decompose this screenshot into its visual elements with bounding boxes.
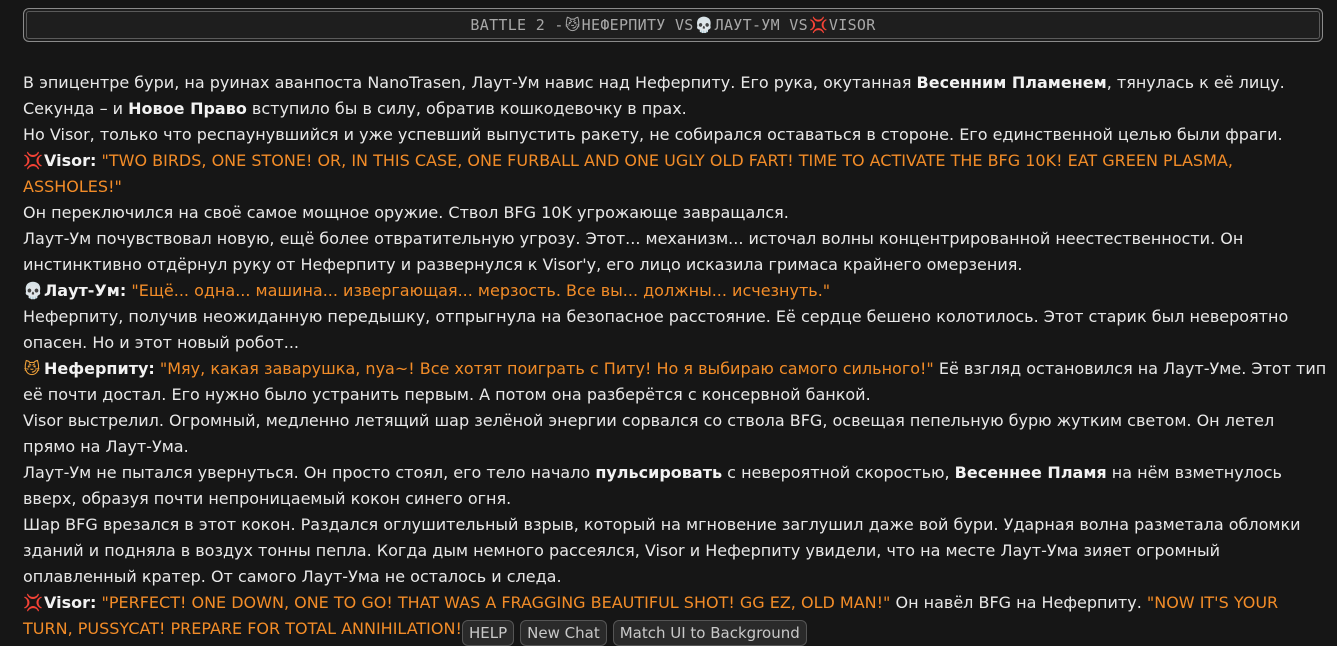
narrative-paragraph: Visor выстрелил. Огромный, медленно летя…: [23, 411, 1275, 456]
narrative-paragraph: В эпицентре бури, на руинах аванпоста Na…: [23, 73, 1285, 118]
dialogue-quote: "PERFECT! ONE DOWN, ONE TO GO! THAT WAS …: [101, 593, 891, 612]
emphasis-text: Новое Право: [128, 99, 247, 118]
emphasis-text: Весеннее Пламя: [954, 463, 1107, 482]
skull-icon: 💀: [23, 281, 43, 300]
dialogue-quote: "Ещё... одна... машина... извергающая...…: [131, 281, 831, 300]
battle-narrative: В эпицентре бури, на руинах аванпоста Na…: [23, 70, 1328, 642]
speaker-name: Неферпиту:: [44, 359, 155, 378]
speaker-name: Лаут-Ум:: [44, 281, 127, 300]
anger-icon: 💢: [23, 151, 43, 170]
speaker-name: Visor:: [44, 593, 97, 612]
dialogue-line-neferpitou: 😼 Неферпиту: "Мяу, какая заварушка, nya~!…: [23, 356, 1328, 408]
fighter-visor: VISOR: [828, 16, 876, 34]
dialogue-line-laut-um: 💀Лаут-Ум: "Ещё... одна... машина... изве…: [23, 278, 1328, 304]
battle-number: BATTLE 2 -: [470, 16, 564, 34]
speaker-name: Visor:: [44, 151, 97, 170]
bottom-toolbar: HELP New Chat Match UI to Background: [462, 620, 807, 646]
dialogue-line-visor: 💢Visor: "TWO BIRDS, ONE STONE! OR, IN TH…: [23, 148, 1328, 200]
dialogue-quote: "Мяу, какая заварушка, nya~! Все хотят п…: [159, 359, 934, 378]
anger-icon: 💢: [23, 593, 43, 612]
new-chat-button[interactable]: New Chat: [520, 620, 607, 646]
narrative-paragraph: Он переключился на своё самое мощное ору…: [23, 203, 789, 222]
battle-title-banner: BATTLE 2 - 😼 НЕФЕРПИТУ VS 💀 ЛАУТ-УМ VS 💢…: [23, 8, 1323, 42]
fighter-neferpitou: НЕФЕРПИТУ VS: [581, 16, 694, 34]
dialogue-quote: "TWO BIRDS, ONE STONE! OR, IN THIS CASE,…: [23, 151, 1233, 196]
narrative-paragraph: Неферпиту, получив неожиданную передышку…: [23, 307, 1289, 352]
cat-icon: 😼: [564, 16, 581, 34]
narrative-paragraph: Шар BFG врезался в этот кокон. Раздался …: [23, 515, 1301, 586]
cat-icon: 😼: [23, 359, 41, 378]
narrative-paragraph: Лаут-Ум почувствовал новую, ещё более от…: [23, 229, 1244, 274]
emphasis-text: Весенним Пламенем: [916, 73, 1107, 92]
emphasis-text: пульсировать: [595, 463, 723, 482]
anger-icon: 💢: [808, 16, 828, 34]
help-button[interactable]: HELP: [462, 620, 515, 646]
skull-icon: 💀: [694, 16, 714, 34]
match-ui-button[interactable]: Match UI to Background: [612, 620, 807, 646]
narrative-paragraph: Но Visor, только что респаунувшийся и уж…: [23, 125, 1283, 144]
fighter-laut-um: ЛАУТ-УМ VS: [714, 16, 808, 34]
narrative-paragraph: Лаут-Ум не пытался увернуться. Он просто…: [23, 463, 1282, 508]
